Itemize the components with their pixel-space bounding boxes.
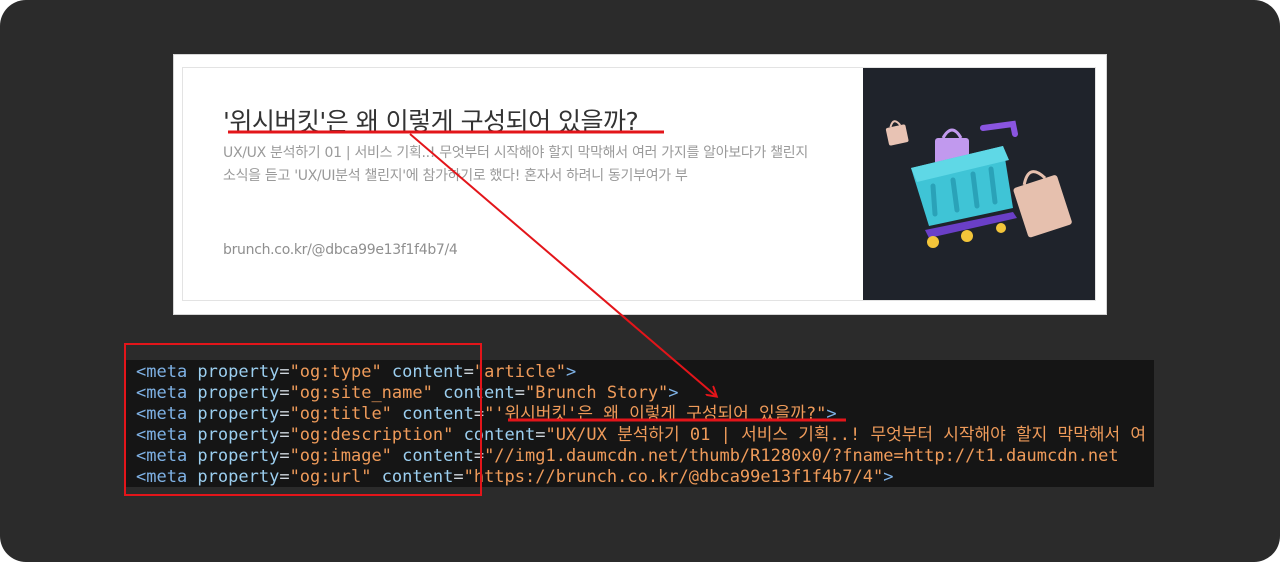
screenshot-frame: '위시버킷'은 왜 이렇게 구성되어 있을까? UX/UX 분석하기 01 | …	[0, 0, 1280, 562]
annotation-overlay	[228, 130, 846, 422]
connector-arrow	[409, 133, 716, 396]
